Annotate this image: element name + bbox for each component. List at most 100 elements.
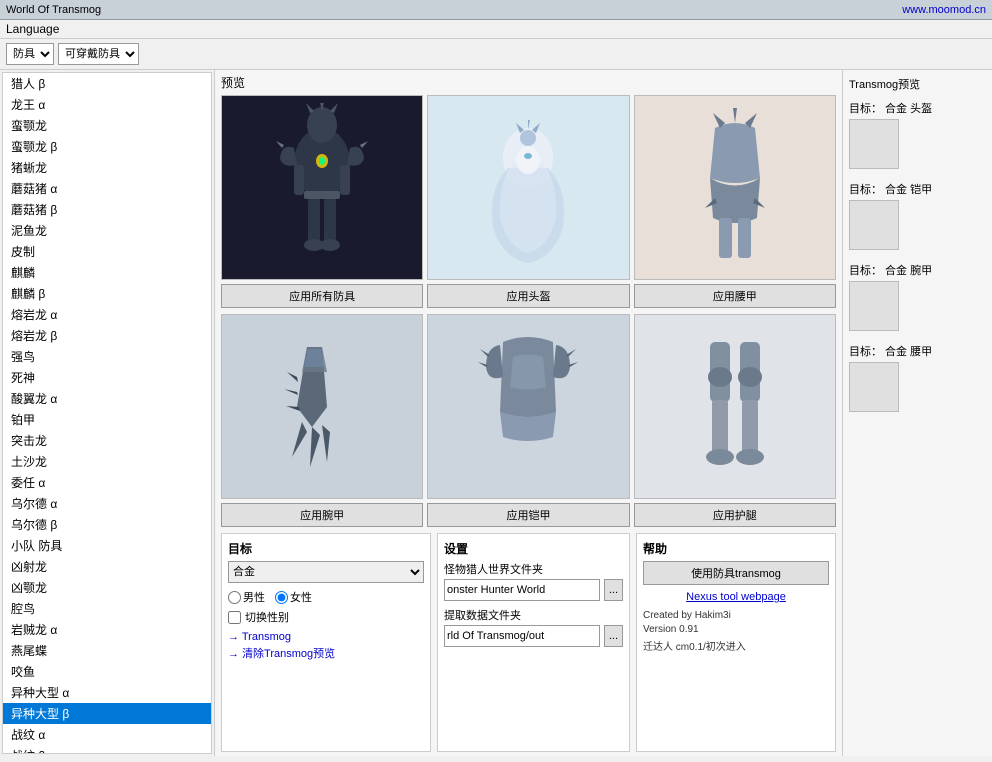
list-item[interactable]: 龙王 α <box>3 94 211 115</box>
list-item[interactable]: 岩贼龙 α <box>3 619 211 640</box>
target-box: 目标 合金 男性 女性 切换性别 <box>221 533 431 752</box>
list-item[interactable]: 委任 α <box>3 472 211 493</box>
transmog-row: 目标： 合金 腕甲 <box>849 262 986 331</box>
list-item[interactable]: 酸翼龙 α <box>3 388 211 409</box>
data-folder-input[interactable] <box>444 625 600 647</box>
transmog-target-label: 目标： 合金 腕甲 <box>849 262 986 278</box>
apply-buttons-top: 应用所有防具 应用头盔 应用腰甲 <box>221 284 836 308</box>
female-label[interactable]: 女性 <box>275 589 312 605</box>
help-label: 帮助 <box>643 540 829 557</box>
settings-box: 设置 怪物猎人世界文件夹 ... 提取数据文件夹 ... <box>437 533 630 752</box>
list-item[interactable]: 熔岩龙 α <box>3 304 211 325</box>
center-panel: 预览 <box>215 70 842 756</box>
data-folder-row: ... <box>444 625 623 647</box>
help-info-2: Version 0.91 <box>643 623 829 637</box>
male-radio[interactable] <box>228 591 241 604</box>
filter-select-1[interactable]: 防具 <box>6 43 54 65</box>
transmog-target-label: 目标： 合金 腰甲 <box>849 343 986 359</box>
list-item[interactable]: 死神 <box>3 367 211 388</box>
title-bar-text: World Of Transmog <box>6 4 902 16</box>
language-menu[interactable]: Language <box>6 22 59 36</box>
help-box: 帮助 使用防具transmog Nexus tool webpage Creat… <box>636 533 836 752</box>
title-bar: World Of Transmog www.moomod.cn <box>0 0 992 20</box>
preview-cell-full <box>221 95 423 280</box>
apply-buttons-bottom: 应用腕甲 应用铠甲 应用护腿 <box>221 503 836 527</box>
preview-cell-legs <box>634 314 836 499</box>
apply-head-btn[interactable]: 应用头盔 <box>427 284 629 308</box>
folder-label: 怪物猎人世界文件夹 <box>444 561 623 577</box>
list-item[interactable]: 腔鸟 <box>3 598 211 619</box>
list-item[interactable]: 皮制 <box>3 241 211 262</box>
folder-browse-btn[interactable]: ... <box>604 579 623 601</box>
list-item[interactable]: 土沙龙 <box>3 451 211 472</box>
preview-cell-head <box>427 95 629 280</box>
transmog-preview-img <box>849 200 899 250</box>
right-panel: Transmog预览 目标： 合金 头盔目标： 合金 铠甲目标： 合金 腕甲目标… <box>842 70 992 756</box>
list-item[interactable]: 乌尔德 α <box>3 493 211 514</box>
apply-arm-btn[interactable]: 应用腕甲 <box>221 503 423 527</box>
preview-label: 预览 <box>221 74 836 91</box>
target-label: 目标 <box>228 540 424 557</box>
list-item[interactable]: 异种大型 β <box>3 703 211 724</box>
apply-all-btn[interactable]: 应用所有防具 <box>221 284 423 308</box>
list-item[interactable]: 猪蜥龙 <box>3 157 211 178</box>
list-item[interactable]: 麒麟 <box>3 262 211 283</box>
folder-row: ... <box>444 579 623 601</box>
list-item[interactable]: 蛮颚龙 <box>3 115 211 136</box>
apply-waist-btn[interactable]: 应用腰甲 <box>634 284 836 308</box>
use-armor-btn[interactable]: 使用防具transmog <box>643 561 829 585</box>
preview-cell-arm <box>221 314 423 499</box>
transmog-preview-label: Transmog预览 <box>849 76 986 92</box>
data-folder-label: 提取数据文件夹 <box>444 607 623 623</box>
help-info-3: 迁达人 cm0.1/初次进入 <box>643 641 829 655</box>
list-item[interactable]: 凶射龙 <box>3 556 211 577</box>
transmog-link[interactable]: Transmog <box>228 631 424 643</box>
transmog-row: 目标： 合金 铠甲 <box>849 181 986 250</box>
list-item[interactable]: 异种大型 α <box>3 682 211 703</box>
list-item[interactable]: 熔岩龙 β <box>3 325 211 346</box>
switch-gender-checkbox[interactable] <box>228 611 241 624</box>
data-browse-btn[interactable]: ... <box>604 625 623 647</box>
list-item[interactable]: 咬鱼 <box>3 661 211 682</box>
armor-list[interactable]: 猎人 β龙王 α蛮颚龙蛮颚龙 β猪蜥龙蘑菇猪 α蘑菇猪 β泥鱼龙皮制麒麟麒麟 β… <box>2 72 212 754</box>
list-item[interactable]: 强鸟 <box>3 346 211 367</box>
title-bar-url: www.moomod.cn <box>902 4 986 16</box>
list-item[interactable]: 小队 防具 <box>3 535 211 556</box>
list-item[interactable]: 泥鱼龙 <box>3 220 211 241</box>
switch-gender-row: 切换性别 <box>228 609 424 625</box>
preview-grid-bottom <box>221 314 836 499</box>
transmog-row: 目标： 合金 头盔 <box>849 100 986 169</box>
transmog-preview-img <box>849 362 899 412</box>
male-label[interactable]: 男性 <box>228 589 265 605</box>
filter-select-2[interactable]: 可穿戴防具 <box>58 43 139 65</box>
list-item[interactable]: 战纹 β <box>3 745 211 754</box>
list-item[interactable]: 战纹 α <box>3 724 211 745</box>
list-item[interactable]: 铂甲 <box>3 409 211 430</box>
transmog-row: 目标： 合金 腰甲 <box>849 343 986 412</box>
preview-grid-top <box>221 95 836 280</box>
transmog-target-label: 目标： 合金 头盔 <box>849 100 986 116</box>
list-item[interactable]: 猎人 β <box>3 73 211 94</box>
clear-transmog-link[interactable]: 清除Transmog预览 <box>228 645 424 661</box>
list-item[interactable]: 蛮颚龙 β <box>3 136 211 157</box>
left-panel: 猎人 β龙王 α蛮颚龙蛮颚龙 β猪蜥龙蘑菇猪 α蘑菇猪 β泥鱼龙皮制麒麟麒麟 β… <box>0 70 215 756</box>
bottom-section: 目标 合金 男性 女性 切换性别 <box>221 533 836 752</box>
transmog-target-label: 目标： 合金 铠甲 <box>849 181 986 197</box>
main-content: 猎人 β龙王 α蛮颚龙蛮颚龙 β猪蜥龙蘑菇猪 α蘑菇猪 β泥鱼龙皮制麒麟麒麟 β… <box>0 70 992 756</box>
folder-input[interactable] <box>444 579 600 601</box>
nexus-link[interactable]: Nexus tool webpage <box>643 591 829 603</box>
list-item[interactable]: 蘑菇猪 α <box>3 178 211 199</box>
help-info-1: Created by Hakim3i <box>643 609 829 623</box>
apply-legs-btn[interactable]: 应用护腿 <box>634 503 836 527</box>
target-dropdown[interactable]: 合金 <box>228 561 424 583</box>
settings-label: 设置 <box>444 540 623 557</box>
list-item[interactable]: 凶颚龙 <box>3 577 211 598</box>
gender-radio-row: 男性 女性 <box>228 589 424 605</box>
list-item[interactable]: 蘑菇猪 β <box>3 199 211 220</box>
list-item[interactable]: 乌尔德 β <box>3 514 211 535</box>
list-item[interactable]: 燕尾蝶 <box>3 640 211 661</box>
apply-armor-btn[interactable]: 应用铠甲 <box>427 503 629 527</box>
female-radio[interactable] <box>275 591 288 604</box>
list-item[interactable]: 突击龙 <box>3 430 211 451</box>
list-item[interactable]: 麒麟 β <box>3 283 211 304</box>
